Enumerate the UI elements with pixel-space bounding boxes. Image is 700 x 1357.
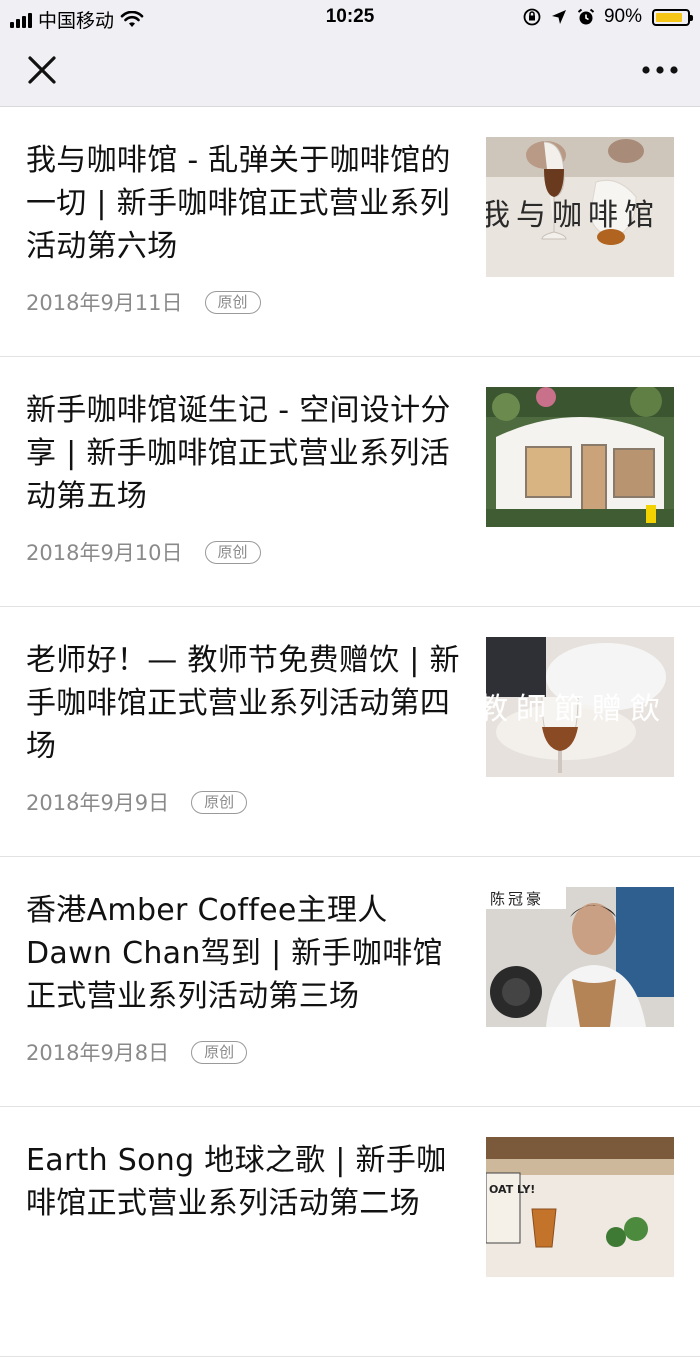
nav-bar <box>0 34 700 107</box>
battery-percent: 90% <box>603 6 642 27</box>
article-title: 香港Amber Coffee主理人Dawn Chan驾到 | 新手咖啡馆正式营业… <box>26 893 443 1014</box>
article-thumbnail: 陈冠豪 <box>486 887 674 1027</box>
article-title: Earth Song 地球之歌 | 新手咖啡馆正式营业系列活动第二场 <box>26 1143 447 1221</box>
thumb-caption: OAT LY! <box>489 1183 535 1196</box>
article-thumbnail <box>486 387 674 527</box>
status-bar: 中国移动 10:25 90% <box>0 0 700 34</box>
article-date: 2018年9月9日 <box>26 791 170 815</box>
original-badge: 原创 <box>191 790 248 814</box>
article-thumbnail: 我与咖啡馆 <box>486 137 674 277</box>
thumb-caption: 陈冠豪 <box>490 890 544 908</box>
list-item[interactable]: Earth Song 地球之歌 | 新手咖啡馆正式营业系列活动第二场 OAT L… <box>0 1107 700 1357</box>
article-date: 2018年9月8日 <box>26 1041 170 1065</box>
list-item[interactable]: 香港Amber Coffee主理人Dawn Chan驾到 | 新手咖啡馆正式营业… <box>0 857 700 1107</box>
article-thumbnail: OAT LY! <box>486 1137 674 1277</box>
orientation-lock-icon <box>523 8 541 26</box>
article-date: 2018年9月10日 <box>26 541 183 565</box>
close-icon[interactable] <box>22 50 62 90</box>
article-title: 我与咖啡馆 - 乱弹关于咖啡馆的一切 | 新手咖啡馆正式营业系列活动第六场 <box>26 143 451 264</box>
article-title: 老师好！— 教师节免费赠饮 | 新手咖啡馆正式营业系列活动第四场 <box>26 643 460 764</box>
alarm-icon <box>577 8 595 25</box>
list-item[interactable]: 老师好！— 教师节免费赠饮 | 新手咖啡馆正式营业系列活动第四场 2018年9月… <box>0 607 700 857</box>
list-item[interactable]: 新手咖啡馆诞生记 - 空间设计分享 | 新手咖啡馆正式营业系列活动第五场 201… <box>0 357 700 607</box>
article-meta: 2018年9月11日 原创 <box>26 287 261 317</box>
location-icon <box>551 10 566 24</box>
more-icon[interactable] <box>640 60 680 80</box>
original-badge: 原创 <box>204 540 261 564</box>
article-meta: 2018年9月10日 原创 <box>26 537 261 567</box>
article-list: 我与咖啡馆 - 乱弹关于咖啡馆的一切 | 新手咖啡馆正式营业系列活动第六场 20… <box>0 107 700 1357</box>
original-badge: 原创 <box>191 1040 248 1064</box>
article-date: 2018年9月11日 <box>26 291 183 315</box>
article-thumbnail: 教師節贈飲 <box>486 637 674 777</box>
thumb-caption: 教師節贈飲 <box>486 692 668 727</box>
thumb-caption: 我与咖啡馆 <box>486 198 660 233</box>
article-title: 新手咖啡馆诞生记 - 空间设计分享 | 新手咖啡馆正式营业系列活动第五场 <box>26 393 451 514</box>
list-item[interactable]: 我与咖啡馆 - 乱弹关于咖啡馆的一切 | 新手咖啡馆正式营业系列活动第六场 20… <box>0 107 700 357</box>
battery-icon <box>652 8 693 26</box>
article-meta: 2018年9月8日 原创 <box>26 1037 248 1067</box>
original-badge: 原创 <box>204 290 261 314</box>
status-right: 90% <box>522 6 693 28</box>
article-meta: 2018年9月9日 原创 <box>26 787 248 817</box>
